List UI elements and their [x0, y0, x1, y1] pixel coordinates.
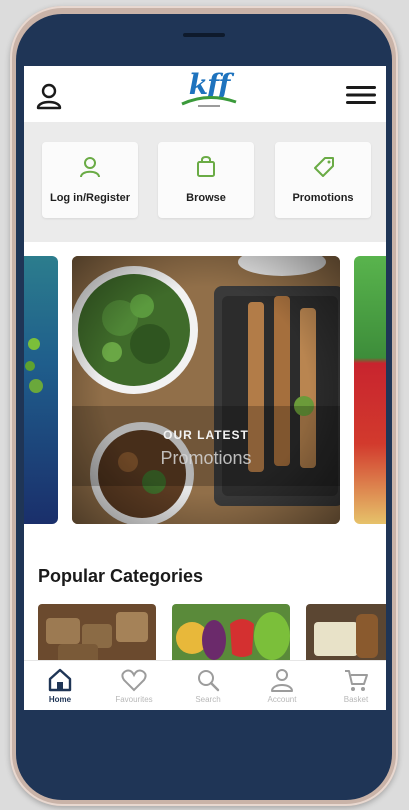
heart-icon: [121, 669, 147, 692]
account-icon: [271, 669, 293, 692]
nav-basket-label: Basket: [343, 695, 369, 704]
nav-home-label: Home: [48, 695, 72, 704]
login-register-label: Log in/Register: [49, 192, 131, 204]
promotions-label: Promotions: [292, 192, 354, 204]
nav-home[interactable]: Home: [30, 665, 90, 710]
nav-search-label: Search: [195, 695, 221, 704]
carousel-slide-latest-promotions[interactable]: OUR LATEST Promotions: [72, 256, 340, 524]
carousel-slide-next[interactable]: [354, 256, 386, 524]
category-row: [24, 604, 386, 664]
meat-category-image: [38, 604, 156, 664]
promotions-card[interactable]: Promotions: [275, 142, 371, 218]
dairy-category-image: [306, 604, 386, 664]
popular-categories-title: Popular Categories: [38, 566, 204, 586]
logo-swoosh: [181, 96, 237, 107]
phone-speaker: [183, 33, 225, 37]
nav-basket[interactable]: Basket: [326, 665, 386, 710]
user-icon: [80, 157, 100, 178]
browse-label: Browse: [186, 192, 226, 204]
tag-icon: [314, 157, 334, 177]
nav-favourites[interactable]: Favourites: [104, 665, 164, 710]
promo-subtitle: Promotions: [160, 448, 252, 468]
app-screen: kff Log in/Register Browse Promotions OU…: [24, 66, 386, 710]
quick-actions: Log in/Register Browse Promotions: [24, 122, 386, 242]
home-icon: [48, 668, 72, 692]
search-icon: [198, 670, 220, 692]
promo-title: OUR LATEST: [163, 428, 249, 442]
bag-icon: [197, 156, 215, 177]
nav-search[interactable]: Search: [178, 665, 238, 710]
food-photo-image: [25, 338, 43, 393]
nav-account-label: Account: [267, 695, 297, 704]
nav-account[interactable]: Account: [252, 665, 312, 710]
nav-favourites-label: Favourites: [115, 695, 153, 704]
category-tile[interactable]: [38, 604, 156, 664]
carousel-slide-previous[interactable]: [24, 256, 58, 524]
cart-icon: [345, 670, 368, 691]
profile-icon[interactable]: [36, 82, 62, 110]
kff-logo[interactable]: kff: [174, 70, 244, 116]
promo-food-image: [72, 256, 340, 524]
category-tile[interactable]: [172, 604, 290, 664]
promo-carousel[interactable]: OUR LATEST Promotions: [24, 256, 386, 524]
app-header: kff: [24, 66, 386, 122]
hamburger-menu-icon[interactable]: [346, 85, 376, 105]
bottom-navigation: Home Favourites Search Account Basket: [24, 660, 386, 710]
login-register-card[interactable]: Log in/Register: [42, 142, 138, 218]
category-tile[interactable]: [306, 604, 386, 664]
browse-card[interactable]: Browse: [158, 142, 254, 218]
vegetables-category-image: [172, 604, 290, 664]
